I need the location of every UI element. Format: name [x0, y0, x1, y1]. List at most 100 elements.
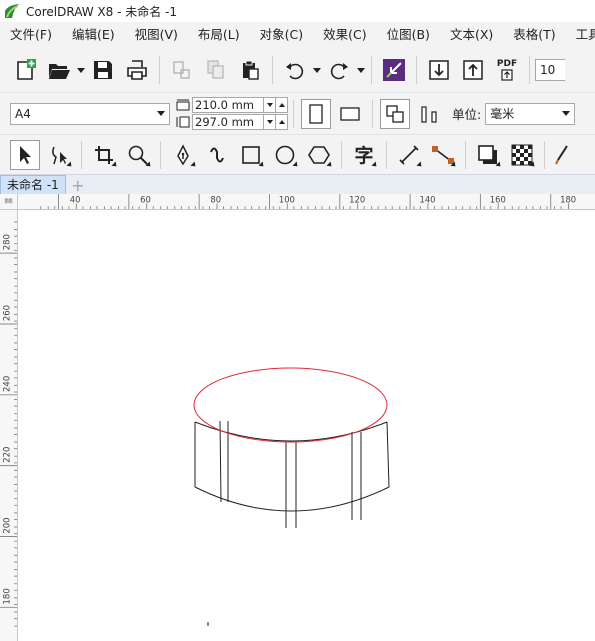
redo-dropdown-arrow[interactable] [356, 55, 366, 85]
toolbar-separator [293, 99, 294, 128]
page-height-input[interactable]: 297.0 mm [192, 114, 264, 130]
chevron-down-icon [562, 111, 571, 116]
publish-pdf-button[interactable]: PDF [492, 55, 522, 85]
rectangle-tool[interactable] [236, 140, 266, 170]
ruler-tick-label: 180 [2, 588, 12, 604]
toolbar-separator [386, 140, 387, 169]
height-spin-up[interactable] [276, 114, 288, 130]
import-button[interactable] [424, 55, 454, 85]
vertical-ruler[interactable]: 280 260 240 220 200 180 [0, 210, 18, 641]
pick-tool[interactable] [10, 139, 40, 170]
open-button[interactable] [44, 55, 74, 85]
coreldraw-logo-icon [5, 4, 19, 18]
ruler-origin-corner[interactable]: ㎜ [0, 194, 18, 210]
zoom-tool[interactable] [123, 140, 153, 170]
connector-tool[interactable] [428, 140, 458, 170]
toolbar-separator [416, 56, 417, 84]
all-pages-button[interactable] [380, 98, 410, 129]
shape-tool[interactable] [44, 140, 74, 170]
menu-object[interactable]: 对象(C) [250, 24, 313, 46]
new-document-button[interactable] [10, 55, 40, 85]
toolbar-separator [341, 140, 342, 169]
cut-disabled-icon [173, 61, 190, 79]
folder-open-icon [49, 64, 70, 79]
copy-button[interactable] [201, 55, 231, 85]
portrait-button[interactable] [301, 98, 331, 129]
drop-shadow-tool[interactable] [473, 140, 503, 170]
color-eyedropper-tool[interactable] [552, 140, 572, 170]
dimension-tool[interactable] [394, 140, 424, 170]
ellipse-tool[interactable] [270, 140, 300, 170]
landscape-button[interactable] [335, 99, 365, 129]
cylinder-bottom-arc[interactable] [194, 486, 390, 512]
width-spin-up[interactable] [276, 97, 288, 113]
cylinder-right-edge[interactable] [386, 421, 390, 488]
freehand-tool[interactable] [168, 140, 198, 170]
document-tab[interactable]: 未命名 -1 [0, 175, 66, 194]
height-spin-down[interactable] [264, 114, 276, 130]
zoom-level-field[interactable]: 10 [535, 59, 565, 81]
pen-nib-icon [177, 143, 189, 165]
menu-edit[interactable]: 编辑(E) [62, 24, 125, 46]
transparency-tool[interactable] [507, 140, 537, 170]
ruler-tick-label: 40 [70, 194, 81, 204]
print-button[interactable] [122, 55, 152, 85]
menu-tools[interactable]: 工具(O) [566, 24, 595, 46]
drop-shadow-icon [478, 144, 497, 164]
ruler-tick-label: 220 [2, 447, 12, 463]
connector-icon [432, 145, 454, 164]
undo-dropdown-arrow[interactable] [312, 55, 322, 85]
cylinder-top-ellipse[interactable] [193, 367, 388, 443]
crop-tool[interactable] [89, 140, 119, 170]
toolbar-separator [465, 140, 466, 169]
redo-button[interactable] [324, 55, 354, 85]
artistic-media-tool[interactable] [202, 140, 232, 170]
search-content-button[interactable] [379, 55, 409, 85]
add-document-button[interactable]: + [68, 176, 88, 195]
document-tab-label: 未命名 -1 [7, 177, 59, 192]
ruler-tick-label: 120 [349, 194, 365, 204]
import-purple-icon [383, 59, 405, 81]
export-button[interactable] [458, 55, 488, 85]
ellipse-icon [275, 145, 295, 164]
vertical-line[interactable] [219, 420, 222, 503]
magnifier-icon [128, 145, 148, 165]
ruler-tick-label: 260 [2, 305, 12, 321]
page-size-select[interactable]: A4 [10, 102, 170, 125]
toolbar-separator [160, 140, 161, 169]
polygon-tool[interactable] [304, 140, 334, 170]
toolbar-separator [544, 140, 545, 169]
width-spin-down[interactable] [264, 97, 276, 113]
open-dropdown-arrow[interactable] [76, 55, 86, 85]
undo-button[interactable] [280, 55, 310, 85]
menu-bitmaps[interactable]: 位图(B) [377, 24, 440, 46]
menu-effects[interactable]: 效果(C) [313, 24, 376, 46]
rectangle-icon [242, 145, 260, 164]
current-page-button[interactable] [414, 99, 444, 129]
page-size-value: A4 [15, 106, 31, 121]
paste-button[interactable] [235, 55, 265, 85]
menu-view[interactable]: 视图(V) [125, 24, 188, 46]
menu-file[interactable]: 文件(F) [0, 24, 62, 46]
save-button[interactable] [88, 55, 118, 85]
menu-layout[interactable]: 布局(L) [188, 24, 250, 46]
cylinder-drawing[interactable] [194, 420, 390, 626]
copy-disabled-icon [207, 60, 224, 79]
cut-button[interactable] [167, 55, 197, 85]
page-width-input[interactable]: 210.0 mm [192, 97, 264, 113]
menu-table[interactable]: 表格(T) [503, 24, 565, 46]
menu-text[interactable]: 文本(X) [440, 24, 503, 46]
toolbar-separator [371, 56, 372, 84]
pdf-icon [501, 69, 513, 81]
page-width-icon [176, 99, 190, 111]
units-select[interactable]: 毫米 [485, 102, 576, 125]
dimension-line-icon [399, 144, 419, 165]
unit-label: 单位: [452, 107, 482, 122]
ruler-tick-label: 280 [2, 234, 12, 250]
text-tool[interactable]: 字 [349, 140, 379, 170]
undo-icon [286, 63, 304, 80]
new-document-icon [17, 59, 36, 80]
drawing-canvas[interactable] [18, 210, 595, 641]
ruler-tick-label: 100 [279, 194, 295, 204]
horizontal-ruler[interactable]: 40 60 80 100 120 140 160 180 [18, 194, 595, 210]
